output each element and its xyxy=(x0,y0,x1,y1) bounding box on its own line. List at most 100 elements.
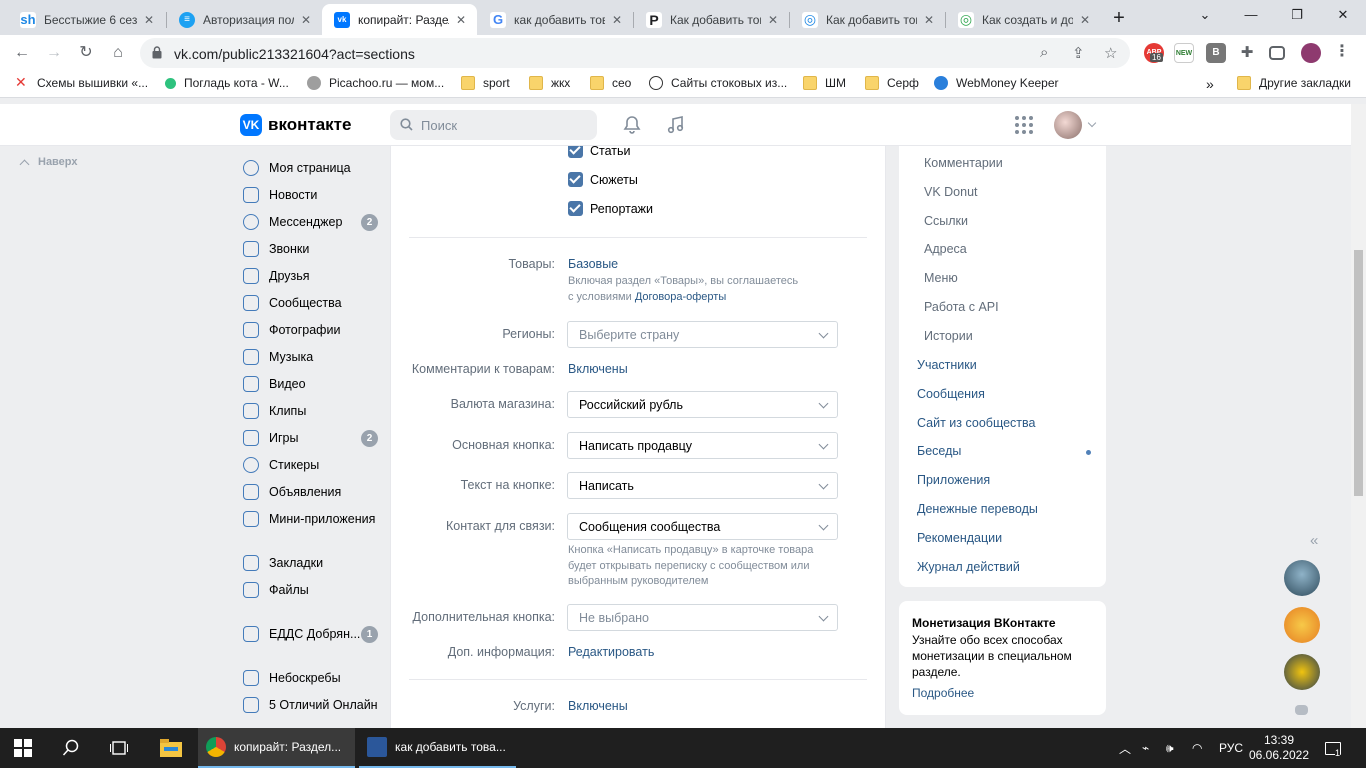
chat-avatar[interactable] xyxy=(1284,607,1320,643)
sidebar-item[interactable]: Мини-приложения xyxy=(240,505,380,532)
services-value-link[interactable]: Включены xyxy=(568,699,628,713)
contact-select[interactable]: Сообщения сообщества xyxy=(567,513,838,540)
home-button[interactable]: ⌂ xyxy=(105,40,131,66)
chat-icon[interactable] xyxy=(1295,705,1308,715)
sidebar-item[interactable]: Игры 2 xyxy=(240,424,380,451)
section-subitem[interactable]: Комментарии xyxy=(924,156,1003,170)
section-item[interactable]: Сообщения xyxy=(917,387,985,401)
apps-grid-icon[interactable] xyxy=(1014,115,1034,135)
taskbar-word-app[interactable]: как добавить това... xyxy=(359,728,516,768)
wifi-icon[interactable]: ◠ xyxy=(1192,728,1202,768)
main-button-select[interactable]: Написать продавцу xyxy=(567,432,838,459)
vk-search-input[interactable]: Поиск xyxy=(390,110,597,140)
sidebar-item[interactable]: ЕДДС Добрян... 1 xyxy=(240,620,380,647)
checkbox-articles[interactable]: Статьи xyxy=(568,146,631,158)
vk-logo-icon[interactable]: VK xyxy=(240,114,262,136)
bookmark-folder[interactable]: жкх xyxy=(529,76,570,90)
zoom-icon[interactable]: ⌕ xyxy=(1040,44,1048,61)
bookmark-item[interactable]: WebMoney Keeper xyxy=(934,76,1059,90)
offer-agreement-link[interactable]: Договора-оферты xyxy=(635,291,726,303)
regions-select[interactable]: Выберите страну xyxy=(567,321,838,348)
bookmark-folder[interactable]: ceo xyxy=(590,76,631,90)
extra-button-select[interactable]: Не выбрано xyxy=(567,604,838,631)
sidebar-item[interactable]: Закладки xyxy=(240,549,380,576)
sidebar-item[interactable]: Видео xyxy=(240,370,380,397)
tab-close-icon[interactable]: ✕ xyxy=(453,13,469,27)
new-tab-button[interactable]: + xyxy=(1107,6,1131,30)
profile-avatar[interactable] xyxy=(1301,43,1321,63)
sidebar-item[interactable]: Объявления xyxy=(240,478,380,505)
browser-tab-active[interactable]: vk копирайт: Разделы ✕ xyxy=(322,4,477,35)
sidebar-item[interactable]: Клипы xyxy=(240,397,380,424)
taskbar-chrome-app[interactable]: копирайт: Раздел... xyxy=(198,728,355,768)
browser-tab[interactable]: P Как добавить товар ✕ xyxy=(634,4,789,35)
bookmark-folder[interactable]: ШМ xyxy=(803,76,846,90)
music-note-icon[interactable] xyxy=(666,115,686,135)
button-text-select[interactable]: Написать xyxy=(567,472,838,499)
section-subitem[interactable]: Адреса xyxy=(924,242,967,256)
new-extension-icon[interactable]: NEW xyxy=(1174,43,1194,63)
comments-value-link[interactable]: Включены xyxy=(568,362,628,376)
file-explorer-icon[interactable] xyxy=(160,728,182,768)
currency-select[interactable]: Российский рубль xyxy=(567,391,838,418)
clock[interactable]: 13:39 06.06.2022 xyxy=(1249,728,1309,768)
bookmark-folder[interactable]: Серф xyxy=(865,76,919,90)
sidebar-item[interactable]: Новости xyxy=(240,181,380,208)
vk-extension-icon[interactable]: B xyxy=(1206,43,1226,63)
section-item[interactable]: Рекомендации xyxy=(917,531,1002,545)
more-bookmarks-icon[interactable]: » xyxy=(1206,76,1214,92)
section-item[interactable]: Приложения xyxy=(917,473,990,487)
tab-close-icon[interactable]: ✕ xyxy=(141,13,157,27)
sidebar-item[interactable]: Файлы xyxy=(240,576,380,603)
tab-close-icon[interactable]: ✕ xyxy=(765,13,781,27)
chat-avatar[interactable] xyxy=(1284,560,1320,596)
user-avatar[interactable] xyxy=(1054,111,1082,139)
sidebar-item[interactable]: Музыка xyxy=(240,343,380,370)
reload-button[interactable]: ↻ xyxy=(73,40,99,66)
forward-button[interactable]: → xyxy=(41,40,67,66)
bookmark-item[interactable]: Picachoo.ru — мом... xyxy=(307,76,444,90)
bookmark-folder[interactable]: sport xyxy=(461,76,510,90)
search-icon[interactable] xyxy=(62,728,80,768)
tab-close-icon[interactable]: ✕ xyxy=(921,13,937,27)
sidebar-item[interactable]: Стикеры xyxy=(240,451,380,478)
checkbox-stories[interactable]: Сюжеты xyxy=(568,172,638,187)
browser-tab[interactable]: ◎ Как добавить товар ✕ xyxy=(790,4,945,35)
bookmark-star-icon[interactable]: ☆ xyxy=(1104,44,1117,62)
bell-icon[interactable] xyxy=(622,115,642,135)
sidebar-item[interactable]: Моя страница xyxy=(240,154,380,181)
volume-icon[interactable]: 🕪 xyxy=(1166,728,1174,768)
tab-close-icon[interactable]: ✕ xyxy=(298,13,314,27)
extra-info-edit-link[interactable]: Редактировать xyxy=(568,645,654,659)
sidebar-item[interactable]: Фотографии xyxy=(240,316,380,343)
bookmark-item[interactable]: ✕ Схемы вышивки «... xyxy=(15,75,148,90)
section-item[interactable]: Денежные переводы xyxy=(917,502,1038,516)
start-button[interactable] xyxy=(14,728,32,768)
sidebar-item[interactable]: Небоскребы xyxy=(240,664,380,691)
goods-value-link[interactable]: Базовые xyxy=(568,257,618,271)
section-item[interactable]: Сайт из сообщества xyxy=(917,416,1035,430)
task-view-icon[interactable] xyxy=(110,728,128,768)
collapse-chats-icon[interactable]: « xyxy=(1310,532,1318,549)
other-bookmarks-folder[interactable]: Другие закладки xyxy=(1237,76,1351,90)
bookmark-item[interactable]: Сайты стоковых из... xyxy=(649,76,787,90)
sidebar-item[interactable]: Друзья xyxy=(240,262,380,289)
minimize-button[interactable]: — xyxy=(1228,0,1274,32)
monetization-more-link[interactable]: Подробнее xyxy=(912,686,1093,700)
bookmark-item[interactable]: Погладь кота - W... xyxy=(165,76,289,90)
section-item[interactable]: Журнал действий xyxy=(917,560,1020,574)
back-button[interactable]: ← xyxy=(9,40,35,66)
close-window-button[interactable]: ✕ xyxy=(1320,0,1366,32)
tab-close-icon[interactable]: ✕ xyxy=(1077,13,1093,27)
back-to-top-link[interactable]: Наверх xyxy=(18,156,78,169)
checkbox-reports[interactable]: Репортажи xyxy=(568,201,653,216)
section-subitem[interactable]: VK Donut xyxy=(924,185,978,199)
chevron-down-icon[interactable] xyxy=(1087,118,1097,128)
extensions-puzzle-icon[interactable]: ✚ xyxy=(1237,43,1257,63)
sidebar-item[interactable]: 5 Отличий Онлайн xyxy=(240,691,380,718)
notifications-icon[interactable]: 1 xyxy=(1325,728,1346,768)
section-subitem[interactable]: Ссылки xyxy=(924,214,968,228)
side-panel-icon[interactable] xyxy=(1269,46,1285,60)
browser-tab[interactable]: ≡ Авторизация пользователя ✕ xyxy=(167,4,322,35)
section-subitem[interactable]: Меню xyxy=(924,271,958,285)
